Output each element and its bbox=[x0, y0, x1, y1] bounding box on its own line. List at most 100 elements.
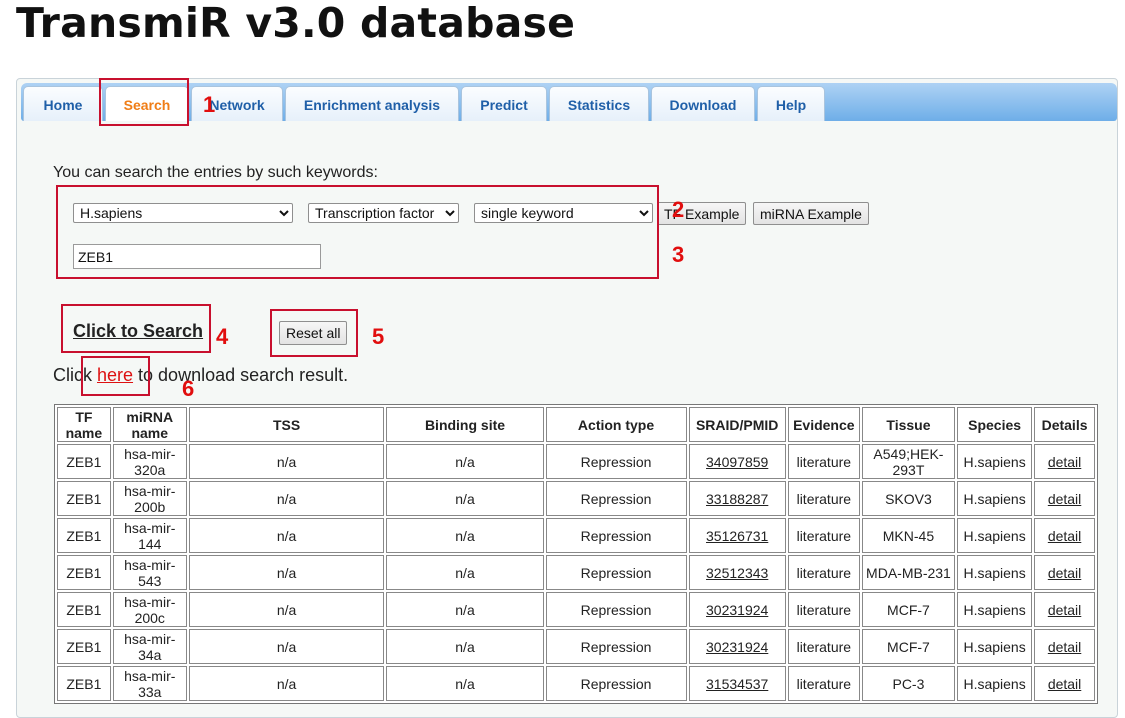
cell-evidence: literature bbox=[787, 555, 860, 590]
cell-pmid: 33188287 bbox=[688, 481, 786, 516]
cell-mirna: hsa-mir-320a bbox=[112, 444, 187, 479]
cell-action-type: Repression bbox=[545, 481, 687, 516]
cell-tissue: SKOV3 bbox=[861, 481, 956, 516]
cell-mirna: hsa-mir-34a bbox=[112, 629, 187, 664]
cell-tss: n/a bbox=[188, 592, 385, 627]
cell-details: detail bbox=[1034, 555, 1095, 590]
annotation-box-search-fields bbox=[56, 185, 659, 279]
table-row: ZEB1 hsa-mir-543 n/a n/a Repression 3251… bbox=[57, 555, 1095, 590]
cell-details: detail bbox=[1034, 629, 1095, 664]
cell-tf: ZEB1 bbox=[57, 629, 111, 664]
detail-link[interactable]: detail bbox=[1048, 639, 1081, 655]
pmid-link[interactable]: 34097859 bbox=[706, 454, 768, 470]
cell-details: detail bbox=[1034, 481, 1095, 516]
cell-action-type: Repression bbox=[545, 592, 687, 627]
cell-binding-site: n/a bbox=[386, 629, 544, 664]
cell-tissue: MDA-MB-231 bbox=[861, 555, 956, 590]
header-tissue: Tissue bbox=[861, 407, 956, 442]
cell-tf: ZEB1 bbox=[57, 518, 111, 553]
cell-pmid: 35126731 bbox=[688, 518, 786, 553]
header-evidence: Evidence bbox=[787, 407, 860, 442]
table-header-row: TF name miRNA name TSS Binding site Acti… bbox=[57, 407, 1095, 442]
cell-action-type: Repression bbox=[545, 555, 687, 590]
search-intro: You can search the entries by such keywo… bbox=[53, 164, 378, 181]
tab-help[interactable]: Help bbox=[757, 86, 825, 121]
cell-species: H.sapiens bbox=[957, 444, 1033, 479]
cell-tss: n/a bbox=[188, 444, 385, 479]
pmid-link[interactable]: 30231924 bbox=[706, 639, 768, 655]
annotation-marker-3: 3 bbox=[672, 242, 685, 267]
annotation-marker-6: 6 bbox=[182, 376, 195, 401]
detail-link[interactable]: detail bbox=[1048, 565, 1081, 581]
table-row: ZEB1 hsa-mir-320a n/a n/a Repression 340… bbox=[57, 444, 1095, 479]
download-suffix: to download search result. bbox=[133, 365, 349, 385]
cell-pmid: 30231924 bbox=[688, 592, 786, 627]
cell-tf: ZEB1 bbox=[57, 555, 111, 590]
cell-details: detail bbox=[1034, 518, 1095, 553]
cell-details: detail bbox=[1034, 444, 1095, 479]
cell-tissue: MKN-45 bbox=[861, 518, 956, 553]
cell-species: H.sapiens bbox=[957, 481, 1033, 516]
cell-evidence: literature bbox=[787, 444, 860, 479]
cell-pmid: 32512343 bbox=[688, 555, 786, 590]
table-row: ZEB1 hsa-mir-144 n/a n/a Repression 3512… bbox=[57, 518, 1095, 553]
tab-predict[interactable]: Predict bbox=[461, 86, 547, 121]
cell-species: H.sapiens bbox=[957, 592, 1033, 627]
cell-action-type: Repression bbox=[545, 444, 687, 479]
cell-species: H.sapiens bbox=[957, 629, 1033, 664]
table-row: ZEB1 hsa-mir-34a n/a n/a Repression 3023… bbox=[57, 629, 1095, 664]
cell-species: H.sapiens bbox=[957, 555, 1033, 590]
cell-tf: ZEB1 bbox=[57, 592, 111, 627]
table-row: ZEB1 hsa-mir-200c n/a n/a Repression 302… bbox=[57, 592, 1095, 627]
cell-tissue: MCF-7 bbox=[861, 629, 956, 664]
detail-link[interactable]: detail bbox=[1048, 676, 1081, 692]
cell-tss: n/a bbox=[188, 481, 385, 516]
header-tss: TSS bbox=[188, 407, 385, 442]
cell-action-type: Repression bbox=[545, 629, 687, 664]
annotation-box-download-link bbox=[81, 356, 150, 396]
pmid-link[interactable]: 30231924 bbox=[706, 602, 768, 618]
table-row: ZEB1 hsa-mir-200b n/a n/a Repression 331… bbox=[57, 481, 1095, 516]
cell-binding-site: n/a bbox=[386, 518, 544, 553]
header-action-type: Action type bbox=[545, 407, 687, 442]
cell-pmid: 34097859 bbox=[688, 444, 786, 479]
detail-link[interactable]: detail bbox=[1048, 602, 1081, 618]
tab-statistics[interactable]: Statistics bbox=[549, 86, 649, 121]
detail-link[interactable]: detail bbox=[1048, 491, 1081, 507]
cell-pmid: 30231924 bbox=[688, 629, 786, 664]
annotation-marker-1: 1 bbox=[203, 92, 216, 117]
pmid-link[interactable]: 33188287 bbox=[706, 491, 768, 507]
mirna-example-button[interactable]: miRNA Example bbox=[753, 202, 869, 225]
header-details: Details bbox=[1034, 407, 1095, 442]
header-species: Species bbox=[957, 407, 1033, 442]
detail-link[interactable]: detail bbox=[1048, 528, 1081, 544]
tf-example-button[interactable]: TF Example bbox=[657, 202, 747, 225]
cell-binding-site: n/a bbox=[386, 555, 544, 590]
cell-tss: n/a bbox=[188, 629, 385, 664]
tab-download[interactable]: Download bbox=[651, 86, 755, 121]
cell-binding-site: n/a bbox=[386, 481, 544, 516]
header-binding-site: Binding site bbox=[386, 407, 544, 442]
pmid-link[interactable]: 31534537 bbox=[706, 676, 768, 692]
header-sraid-pmid: SRAID/PMID bbox=[688, 407, 786, 442]
annotation-box-reset bbox=[270, 309, 358, 357]
pmid-link[interactable]: 32512343 bbox=[706, 565, 768, 581]
cell-mirna: hsa-mir-543 bbox=[112, 555, 187, 590]
annotation-box-search-tab bbox=[99, 78, 189, 126]
cell-tss: n/a bbox=[188, 518, 385, 553]
tab-home[interactable]: Home bbox=[23, 86, 103, 121]
header-mirna-name: miRNA name bbox=[112, 407, 187, 442]
cell-tf: ZEB1 bbox=[57, 444, 111, 479]
tab-enrichment-analysis[interactable]: Enrichment analysis bbox=[285, 86, 459, 121]
detail-link[interactable]: detail bbox=[1048, 454, 1081, 470]
cell-tissue: A549;HEK-293T bbox=[861, 444, 956, 479]
cell-action-type: Repression bbox=[545, 518, 687, 553]
pmid-link[interactable]: 35126731 bbox=[706, 528, 768, 544]
cell-mirna: hsa-mir-200b bbox=[112, 481, 187, 516]
cell-binding-site: n/a bbox=[386, 592, 544, 627]
cell-details: detail bbox=[1034, 592, 1095, 627]
cell-tss: n/a bbox=[188, 555, 385, 590]
cell-evidence: literature bbox=[787, 592, 860, 627]
cell-evidence: literature bbox=[787, 629, 860, 664]
annotation-marker-2: 2 bbox=[672, 197, 685, 222]
